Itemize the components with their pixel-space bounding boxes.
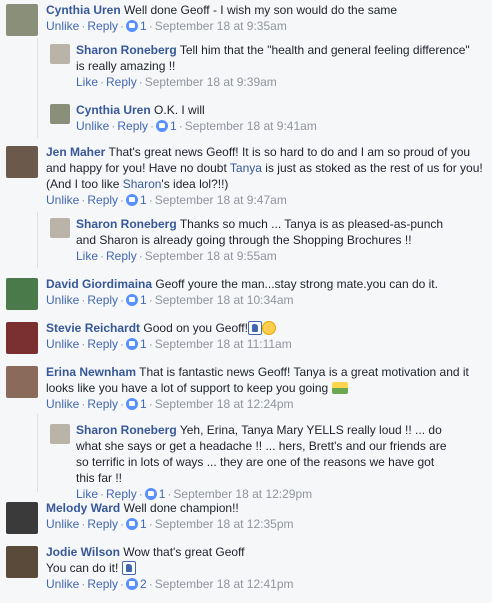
thumbs-up-icon xyxy=(247,321,262,335)
timestamp[interactable]: September 18 at 9:47am xyxy=(155,193,287,207)
avatar[interactable] xyxy=(6,146,38,178)
comment-text-line2: You can do it! xyxy=(46,560,486,576)
comment-text: Geoff youre the man...stay strong mate.y… xyxy=(155,277,438,291)
avatar[interactable] xyxy=(50,218,70,238)
thread-line xyxy=(37,38,38,138)
commenter-name[interactable]: Cynthia Uren xyxy=(46,3,121,17)
avatar[interactable] xyxy=(6,4,38,36)
comment-meta: Unlike · Reply · 2 · September 18 at 12:41pm xyxy=(46,577,294,591)
avatar[interactable] xyxy=(50,424,70,444)
comment-text: Well done Geoff - I wish my son would do… xyxy=(124,3,398,17)
sunrise-icon xyxy=(331,382,348,394)
thumbs-up-icon xyxy=(121,561,136,575)
like-count[interactable]: 1 xyxy=(126,19,147,33)
unlike-link[interactable]: Unlike xyxy=(46,577,79,591)
avatar[interactable] xyxy=(50,104,70,124)
like-icon xyxy=(126,294,139,306)
timestamp[interactable]: September 18 at 9:41am xyxy=(185,119,317,133)
mention-link[interactable]: Sharon xyxy=(123,177,162,191)
timestamp[interactable]: September 18 at 12:29pm xyxy=(173,487,312,501)
unlike-link[interactable]: Unlike xyxy=(46,397,79,411)
like-count[interactable]: 1 xyxy=(144,487,165,501)
reply-link[interactable]: Reply xyxy=(106,487,137,501)
comment-meta: Unlike · Reply · 1 · September 18 at 11:11am xyxy=(46,337,292,351)
reply-link[interactable]: Reply xyxy=(87,337,118,351)
unlike-link[interactable]: Unlike xyxy=(46,517,79,531)
like-icon xyxy=(126,518,139,530)
avatar[interactable] xyxy=(6,546,38,578)
unlike-link[interactable]: Unlike xyxy=(46,19,79,33)
reply-link[interactable]: Reply xyxy=(87,397,118,411)
commenter-name[interactable]: Sharon Roneberg xyxy=(76,423,177,437)
avatar[interactable] xyxy=(6,322,38,354)
comment-meta: Like · Reply · September 18 at 9:55am xyxy=(76,249,277,263)
avatar[interactable] xyxy=(6,502,38,534)
comment-meta: Unlike · Reply · 1 · September 18 at 9:35am xyxy=(46,19,287,33)
like-icon xyxy=(126,578,139,590)
reply-link[interactable]: Reply xyxy=(117,119,148,133)
like-count[interactable]: 1 xyxy=(126,517,147,531)
comment-meta: Unlike · Reply · 1 · September 18 at 10:34am xyxy=(46,293,294,307)
commenter-name[interactable]: Cynthia Uren xyxy=(76,103,151,117)
timestamp[interactable]: September 18 at 9:35am xyxy=(155,19,287,33)
commenter-name[interactable]: Erina Newnham xyxy=(46,365,136,379)
comment-text: O.K. I will xyxy=(154,103,205,117)
timestamp[interactable]: September 18 at 9:55am xyxy=(145,249,277,263)
unlike-link[interactable]: Unlike xyxy=(46,337,79,351)
like-count[interactable]: 1 xyxy=(156,119,177,133)
commenter-name[interactable]: Stevie Reichardt xyxy=(46,321,140,335)
timestamp[interactable]: September 18 at 9:39am xyxy=(145,75,277,89)
commenter-name[interactable]: Jodie Wilson xyxy=(46,545,120,559)
reply-link[interactable]: Reply xyxy=(87,517,118,531)
avatar[interactable] xyxy=(50,44,70,64)
reply-link[interactable]: Reply xyxy=(106,75,137,89)
like-icon xyxy=(126,20,139,32)
like-count[interactable]: 1 xyxy=(126,397,147,411)
like-icon xyxy=(126,194,139,206)
reply-link[interactable]: Reply xyxy=(87,193,118,207)
thread-line xyxy=(37,414,38,492)
commenter-name[interactable]: Jen Maher xyxy=(46,145,105,159)
like-icon xyxy=(126,398,139,410)
commenter-name[interactable]: Sharon Roneberg xyxy=(76,43,177,57)
like-icon xyxy=(144,488,157,500)
like-count[interactable]: 1 xyxy=(126,293,147,307)
timestamp[interactable]: September 18 at 12:35pm xyxy=(155,517,294,531)
smile-icon xyxy=(261,321,276,335)
unlike-link[interactable]: Unlike xyxy=(76,119,109,133)
reply-link[interactable]: Reply xyxy=(87,577,118,591)
avatar[interactable] xyxy=(6,366,38,398)
unlike-link[interactable]: Unlike xyxy=(46,193,79,207)
comment-meta: Like · Reply · September 18 at 9:39am xyxy=(76,75,277,89)
reply-link[interactable]: Reply xyxy=(106,249,137,263)
thread-line xyxy=(37,212,38,268)
like-link[interactable]: Like xyxy=(76,75,98,89)
like-icon xyxy=(126,338,139,350)
comment-text: Well done champion!! xyxy=(123,501,239,515)
like-link[interactable]: Like xyxy=(76,249,98,263)
unlike-link[interactable]: Unlike xyxy=(46,293,79,307)
mention-link[interactable]: Tanya xyxy=(230,161,262,175)
reply-link[interactable]: Reply xyxy=(87,19,118,33)
comment-meta: Unlike · Reply · 1 · September 18 at 12:24pm xyxy=(46,397,294,411)
like-count[interactable]: 1 xyxy=(126,337,147,351)
comment-meta: Unlike · Reply · 1 · September 18 at 12:35pm xyxy=(46,517,294,531)
timestamp[interactable]: September 18 at 12:24pm xyxy=(155,397,294,411)
reply-link[interactable]: Reply xyxy=(87,293,118,307)
timestamp[interactable]: September 18 at 11:11am xyxy=(155,337,292,351)
like-icon xyxy=(156,120,169,132)
commenter-name[interactable]: Melody Ward xyxy=(46,501,120,515)
commenter-name[interactable]: Sharon Roneberg xyxy=(76,217,177,231)
commenter-name[interactable]: David Giordimaina xyxy=(46,277,152,291)
like-count[interactable]: 2 xyxy=(126,577,147,591)
comment-meta: Unlike · Reply · 1 · September 18 at 9:41am xyxy=(76,119,317,133)
timestamp[interactable]: September 18 at 12:41pm xyxy=(155,577,294,591)
comment-meta: Unlike · Reply · 1 · September 18 at 9:47am xyxy=(46,193,287,207)
comment-text: Wow that's great Geoff xyxy=(123,545,245,559)
comment-text: Good on you Geoff! xyxy=(143,321,248,335)
like-link[interactable]: Like xyxy=(76,487,98,501)
timestamp[interactable]: September 18 at 10:34am xyxy=(155,293,294,307)
avatar[interactable] xyxy=(6,278,38,310)
like-count[interactable]: 1 xyxy=(126,193,147,207)
